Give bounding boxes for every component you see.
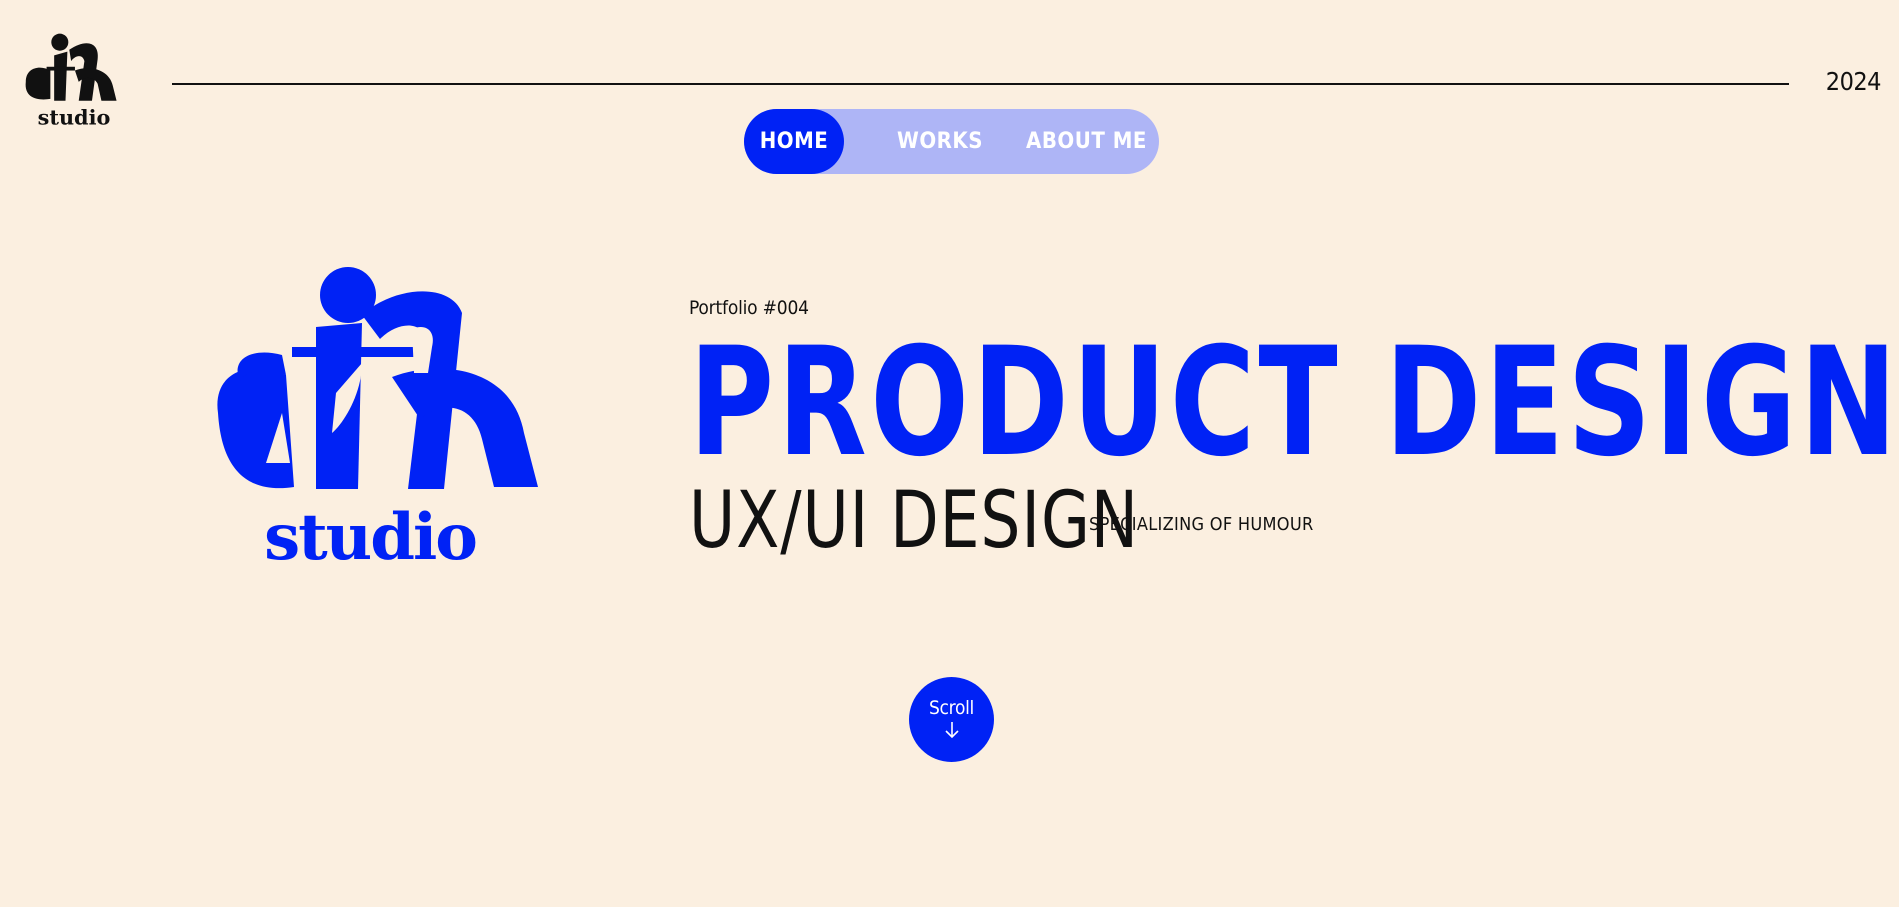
header-logo[interactable]: studio bbox=[22, 32, 126, 128]
subtitle-row: UX/UI DESIGN SPECIALIZING OF HUMOUR bbox=[689, 476, 1313, 566]
aith-studio-logo-icon: studio bbox=[217, 267, 538, 563]
logo-word: studio bbox=[38, 104, 111, 128]
subtitle-note: SPECIALIZING OF HUMOUR bbox=[1089, 514, 1314, 535]
nav-item-works[interactable]: WORKS bbox=[880, 109, 1000, 174]
aith-studio-logo-icon: studio bbox=[25, 33, 117, 128]
scroll-label: Scroll bbox=[928, 697, 974, 719]
subtitle: UX/UI DESIGN bbox=[689, 476, 1139, 566]
arrow-down-icon bbox=[909, 721, 994, 741]
year-label: 2024 bbox=[1825, 67, 1882, 96]
hero-logo: studio bbox=[212, 263, 542, 563]
main-nav: HOME WORKS ABOUT ME bbox=[744, 109, 1159, 174]
page-title: PRODUCT DESIGN bbox=[689, 316, 1899, 490]
scroll-button[interactable]: Scroll bbox=[909, 677, 994, 762]
logo-word: studio bbox=[264, 500, 476, 563]
header-divider bbox=[172, 83, 1789, 85]
nav-item-about-me[interactable]: ABOUT ME bbox=[1014, 109, 1159, 174]
nav-item-home[interactable]: HOME bbox=[744, 109, 844, 174]
